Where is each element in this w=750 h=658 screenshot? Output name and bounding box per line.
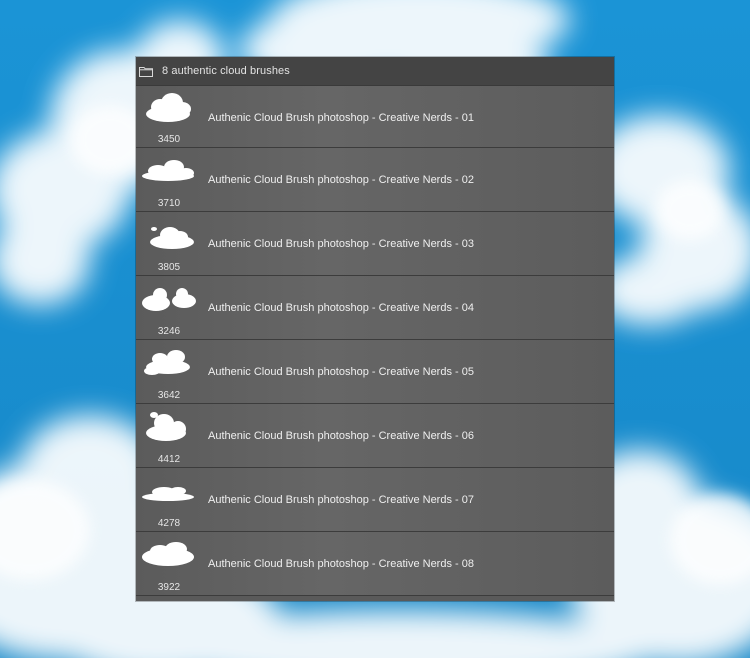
brush-size-label: 4278	[157, 518, 181, 529]
brush-size-label: 3450	[157, 134, 181, 145]
brush-size-label: 3805	[157, 262, 181, 273]
brush-preset-row[interactable]: 3642 Authenic Cloud Brush photoshop - Cre…	[136, 340, 614, 404]
brush-preset-row[interactable]: 3450 Authenic Cloud Brush photoshop - Cre…	[136, 86, 614, 148]
folder-icon	[139, 66, 153, 77]
brush-name-label: Authenic Cloud Brush photoshop - Creativ…	[208, 558, 474, 570]
cloud-brush-thumbnail-icon	[142, 542, 194, 566]
brush-list: 3450 Authenic Cloud Brush photoshop - Cre…	[136, 86, 614, 596]
brush-name-label: Authenic Cloud Brush photoshop - Creativ…	[208, 174, 474, 186]
brush-name-label: Authenic Cloud Brush photoshop - Creativ…	[208, 302, 474, 314]
cloud-brush-thumbnail-icon	[142, 288, 196, 311]
brush-name-label: Authenic Cloud Brush photoshop - Creativ…	[208, 494, 474, 506]
brush-size-label: 3246	[157, 326, 181, 337]
brush-name-label: Authenic Cloud Brush photoshop - Creativ…	[208, 430, 474, 442]
brush-preset-row[interactable]: 3246 Authenic Cloud Brush photoshop - Cre…	[136, 276, 614, 340]
cloud-brush-thumbnail-icon	[144, 350, 190, 375]
brush-preset-row[interactable]: 4278 Authenic Cloud Brush photoshop - Cre…	[136, 468, 614, 532]
brush-preset-row[interactable]: 3922 Authenic Cloud Brush photoshop - Cre…	[136, 532, 614, 596]
brush-preset-row[interactable]: 4412 Authenic Cloud Brush photoshop - Cre…	[136, 404, 614, 468]
brush-presets-panel: 8 authentic cloud brushes 3450 Authenic C…	[136, 57, 614, 601]
brush-preset-row[interactable]: 3805 Authenic Cloud Brush photoshop - Cre…	[136, 212, 614, 276]
brush-group-header[interactable]: 8 authentic cloud brushes	[136, 57, 614, 86]
brush-size-label: 4412	[157, 454, 181, 465]
cloud-brush-thumbnail-icon	[146, 93, 191, 122]
brush-size-label: 3922	[157, 582, 181, 593]
brush-name-label: Authenic Cloud Brush photoshop - Creativ…	[208, 238, 474, 250]
brush-name-label: Authenic Cloud Brush photoshop - Creativ…	[208, 366, 474, 378]
cloud-brush-thumbnail-icon	[146, 412, 186, 441]
cloud-brush-thumbnail-icon	[142, 160, 194, 181]
cloud-brush-thumbnail-icon	[142, 487, 194, 501]
brush-size-label: 3642	[157, 390, 181, 401]
brush-group-title: 8 authentic cloud brushes	[162, 65, 290, 77]
cloud-brush-thumbnail-icon	[150, 227, 194, 249]
brush-name-label: Authenic Cloud Brush photoshop - Creativ…	[208, 112, 474, 124]
brush-size-label: 3710	[157, 198, 181, 209]
brush-preset-row[interactable]: 3710 Authenic Cloud Brush photoshop - Cre…	[136, 148, 614, 212]
